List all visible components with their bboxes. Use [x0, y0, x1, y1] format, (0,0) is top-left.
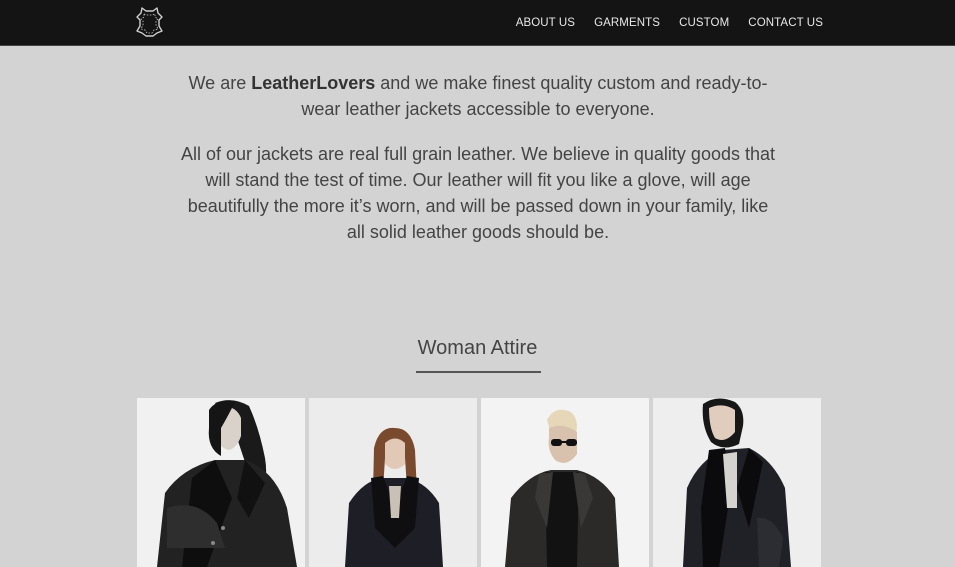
- nav-menu: ABOUT US GARMENTS CUSTOM CONTACT US: [497, 0, 823, 45]
- nav-about-us[interactable]: ABOUT US: [516, 17, 575, 29]
- top-navbar: ABOUT US GARMENTS CUSTOM CONTACT US: [0, 0, 955, 46]
- product-photo[interactable]: [481, 398, 649, 567]
- product-gallery: [137, 398, 821, 567]
- section-title: Woman Attire: [417, 337, 538, 359]
- intro-paragraph-2: All of our jackets are real full grain l…: [181, 144, 775, 242]
- product-photo[interactable]: [137, 398, 305, 567]
- nav-garments[interactable]: GARMENTS: [594, 17, 660, 29]
- nav-contact-us[interactable]: CONTACT US: [748, 17, 823, 29]
- intro-text: We are LeatherLovers and we make finest …: [178, 70, 778, 264]
- leather-hide-icon[interactable]: [136, 6, 163, 37]
- product-photo[interactable]: [653, 398, 821, 567]
- brand-name: LeatherLovers: [251, 73, 376, 93]
- intro-p1-start: We are: [188, 73, 252, 93]
- nav-custom[interactable]: CUSTOM: [679, 17, 729, 29]
- product-photo[interactable]: [309, 398, 477, 567]
- title-underline: [416, 371, 541, 373]
- intro-paragraph-1: We are LeatherLovers and we make finest …: [178, 70, 778, 122]
